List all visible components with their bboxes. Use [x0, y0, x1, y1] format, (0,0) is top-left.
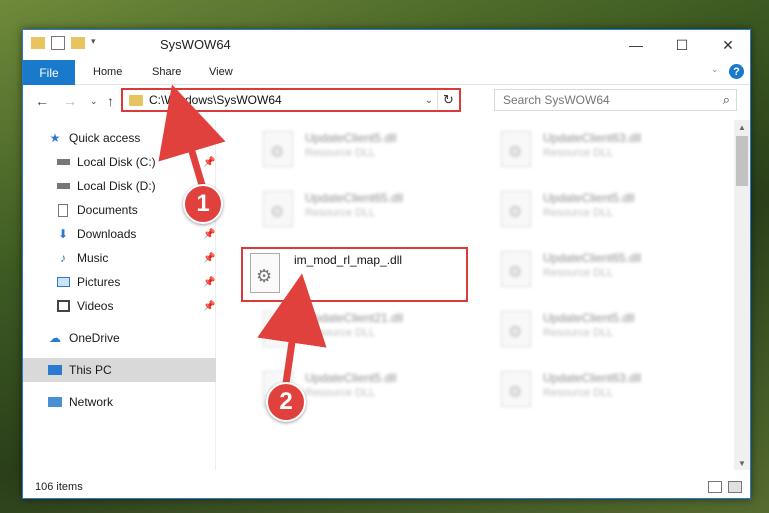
arrow-to-file [257, 273, 327, 391]
annotation-arrows [158, 84, 327, 391]
step-badge-1: 1 [183, 184, 223, 224]
step-badge-2: 2 [266, 382, 306, 422]
